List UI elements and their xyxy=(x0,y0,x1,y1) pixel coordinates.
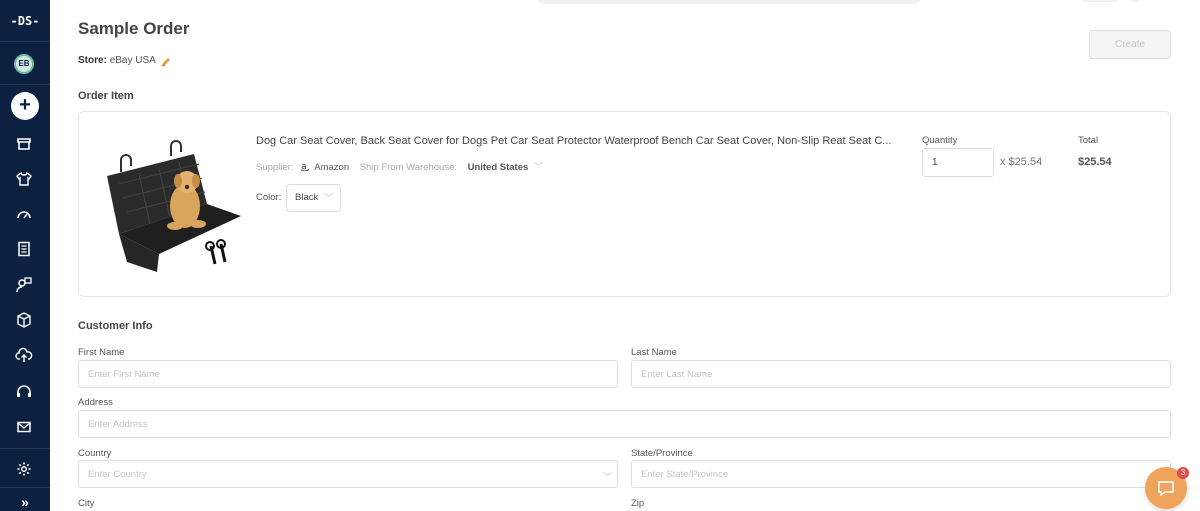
last-name-input[interactable] xyxy=(631,360,1171,388)
order-item-heading: Order Item xyxy=(78,90,134,102)
mail-icon[interactable] xyxy=(15,418,33,436)
store-line: Store: eBay USA xyxy=(78,55,156,66)
chevron-down-icon[interactable]: ﹀ xyxy=(531,162,544,173)
chevron-down-icon[interactable]: ﹀ xyxy=(603,470,612,483)
store-value: eBay USA xyxy=(109,55,156,66)
total-label: Total xyxy=(1078,135,1099,146)
shirt-icon[interactable] xyxy=(15,170,33,188)
svg-text:a: a xyxy=(301,162,307,171)
sidebar-divider xyxy=(0,84,50,85)
city-label: City xyxy=(78,498,95,509)
warehouse-label: Ship From Warehouse: xyxy=(359,162,458,173)
product-title[interactable]: Dog Car Seat Cover, Back Seat Cover for … xyxy=(256,135,911,147)
zip-label: Zip xyxy=(631,498,645,509)
top-search-bar[interactable] xyxy=(535,0,923,4)
chat-notification-badge: 3 xyxy=(1177,467,1189,479)
chevron-down-icon: ﹀ xyxy=(323,193,333,203)
address-label: Address xyxy=(78,397,113,408)
unit-price: x $25.54 xyxy=(1000,156,1043,168)
create-button[interactable]: Create xyxy=(1089,30,1171,59)
color-select[interactable]: Black ﹀ xyxy=(286,184,341,212)
last-name-label: Last Name xyxy=(631,347,677,358)
add-button[interactable]: + xyxy=(11,92,39,120)
upload-cloud-icon[interactable] xyxy=(15,346,33,364)
edit-pencil-icon[interactable] xyxy=(160,55,172,67)
store-icon[interactable] xyxy=(15,135,33,153)
address-input[interactable] xyxy=(78,410,1171,438)
orders-list-icon[interactable] xyxy=(15,240,33,258)
settings-gear-icon[interactable] xyxy=(15,460,33,478)
color-label: Color: xyxy=(256,192,282,203)
country-label: Country xyxy=(78,448,112,459)
sidebar: -DS- EB + » xyxy=(0,0,50,511)
first-name-input[interactable] xyxy=(78,360,618,388)
country-select[interactable] xyxy=(78,460,618,488)
order-item-card: Dog Car Seat Cover, Back Seat Cover for … xyxy=(78,111,1171,297)
amazon-icon: a xyxy=(300,161,310,172)
top-toolbar-pill[interactable] xyxy=(1080,0,1120,2)
app-logo[interactable]: -DS- xyxy=(0,14,50,28)
first-name-label: First Name xyxy=(78,347,125,358)
supplier-line: Supplier: a Amazon Ship From Warehouse: … xyxy=(256,159,543,173)
dashboard-gauge-icon[interactable] xyxy=(15,205,33,223)
top-user-circle[interactable] xyxy=(1128,0,1142,2)
sidebar-divider xyxy=(0,41,50,42)
quantity-label: Quantity xyxy=(922,135,958,146)
state-input[interactable] xyxy=(631,460,1171,488)
quantity-input[interactable]: 1 xyxy=(922,148,994,177)
supplier-label: Supplier: xyxy=(256,162,294,173)
sidebar-divider xyxy=(0,448,50,449)
package-icon[interactable] xyxy=(15,311,33,329)
customer-info-heading: Customer Info xyxy=(78,320,153,332)
store-label: Store: xyxy=(78,55,107,66)
headset-icon[interactable] xyxy=(15,383,33,401)
user-support-icon[interactable] xyxy=(15,276,33,294)
expand-chevrons-icon[interactable]: » xyxy=(0,494,50,510)
chat-icon xyxy=(1158,481,1174,496)
avatar[interactable]: EB xyxy=(14,54,34,74)
warehouse-value[interactable]: United States xyxy=(468,162,529,173)
supplier-value: Amazon xyxy=(314,162,350,173)
state-label: State/Province xyxy=(631,448,693,459)
product-image[interactable] xyxy=(99,134,245,274)
sidebar-divider xyxy=(0,487,50,488)
total-value: $25.54 xyxy=(1078,156,1112,168)
page-title: Sample Order xyxy=(78,19,190,38)
color-value: Black xyxy=(295,192,319,203)
